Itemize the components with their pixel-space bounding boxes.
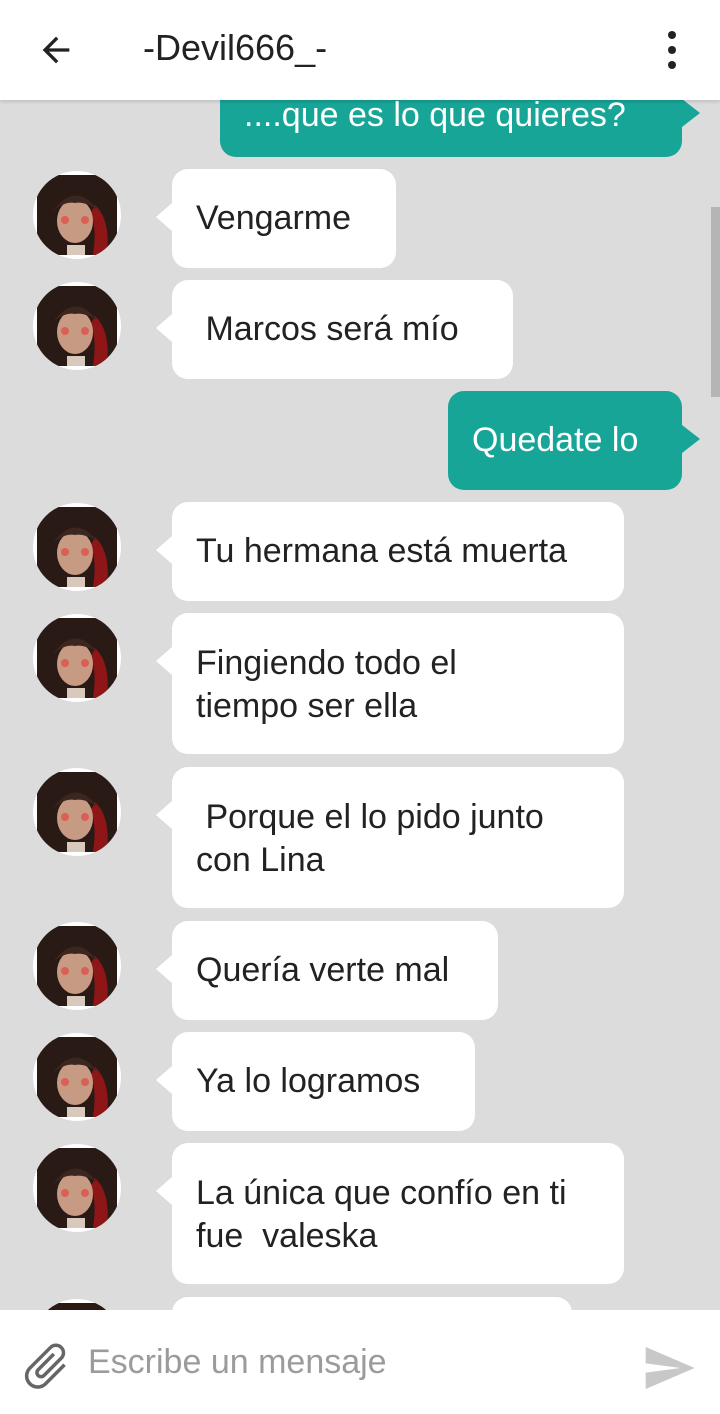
message-text: Vengarme: [196, 199, 351, 237]
message-text: La única que confío en ti fue valeska: [196, 1174, 576, 1255]
profile-picture: [37, 618, 117, 698]
message-incoming[interactable]: Marcos será mío: [156, 280, 513, 379]
message-list[interactable]: ....que es lo que quieres? Vengarme Marc…: [0, 100, 720, 1310]
avatar[interactable]: [33, 1033, 121, 1121]
profile-picture: [37, 926, 117, 1006]
message-incoming[interactable]: Vengarme: [156, 169, 396, 268]
avatar[interactable]: [33, 1144, 121, 1232]
avatar[interactable]: [33, 171, 121, 259]
message-incoming[interactable]: Ya lo logramos: [156, 1032, 475, 1131]
avatar[interactable]: [33, 282, 121, 370]
message-text: Porque el lo pido junto con Lina: [196, 798, 554, 879]
message-text: Quedate lo: [472, 421, 639, 459]
profile-picture: [37, 1037, 117, 1117]
message-incoming[interactable]: Tu hermana está muerta: [156, 502, 624, 601]
message-outgoing[interactable]: ....que es lo que quieres?: [220, 100, 700, 157]
back-arrow-icon: [42, 36, 70, 64]
message-text: Fingiendo todo el tiempo ser ella: [196, 644, 457, 725]
message-incoming[interactable]: La única que confío en ti fue valeska: [156, 1143, 624, 1284]
more-options-button[interactable]: [650, 22, 694, 78]
more-vert-icon: [668, 31, 676, 39]
message-outgoing[interactable]: Quedate lo: [448, 391, 700, 490]
message-incoming[interactable]: [172, 1297, 572, 1310]
avatar[interactable]: [33, 922, 121, 1010]
profile-picture: [37, 1148, 117, 1228]
chat-title[interactable]: -Devil666_-: [143, 24, 327, 72]
message-text: Ya lo logramos: [196, 1062, 421, 1100]
message-text: Tu hermana está muerta: [196, 532, 568, 570]
avatar[interactable]: [33, 503, 121, 591]
message-text: ....que es lo que quieres?: [244, 100, 626, 134]
message-input[interactable]: [88, 1336, 618, 1388]
message-text: Marcos será mío: [196, 310, 459, 348]
send-icon[interactable]: [640, 1340, 698, 1396]
profile-picture: [37, 772, 117, 852]
chat-header: -Devil666_-: [0, 0, 720, 100]
message-incoming[interactable]: Quería verte mal: [156, 921, 498, 1020]
message-text: Quería verte mal: [196, 951, 450, 989]
attach-icon[interactable]: [18, 1338, 74, 1394]
scrollbar[interactable]: [711, 207, 720, 397]
profile-picture: [37, 507, 117, 587]
composer-bar: [0, 1310, 720, 1414]
avatar[interactable]: [33, 1299, 121, 1310]
profile-picture: [37, 286, 117, 366]
back-button[interactable]: [30, 24, 82, 76]
message-incoming[interactable]: Fingiendo todo el tiempo ser ella: [156, 613, 624, 754]
profile-picture: [37, 175, 117, 255]
profile-picture: [37, 1303, 117, 1310]
message-incoming[interactable]: Porque el lo pido junto con Lina: [156, 767, 624, 908]
avatar[interactable]: [33, 614, 121, 702]
avatar[interactable]: [33, 768, 121, 856]
